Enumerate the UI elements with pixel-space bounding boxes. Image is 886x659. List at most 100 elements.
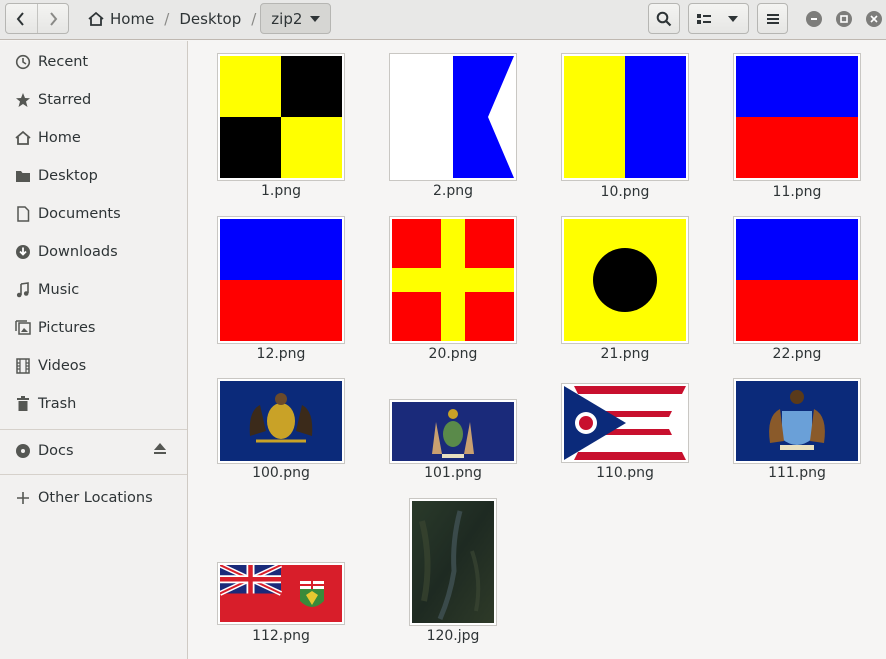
sidebar-item-desktop[interactable]: Desktop [0, 157, 187, 195]
menu-button[interactable] [757, 3, 788, 34]
star-icon [14, 91, 32, 109]
breadcrumb-current-label: zip2 [271, 9, 303, 28]
navigation-buttons [5, 3, 69, 34]
minimize-button[interactable] [806, 11, 822, 27]
search-icon [656, 11, 672, 26]
disk-icon [14, 442, 32, 460]
music-icon [14, 281, 32, 299]
file-name: 111.png [768, 465, 826, 481]
file-name: 120.jpg [426, 628, 480, 644]
file-thumbnail [217, 216, 345, 344]
file-thumbnail [217, 562, 345, 625]
sidebar-item-downloads[interactable]: Downloads [0, 233, 187, 271]
sidebar-item-label: Other Locations [38, 490, 153, 506]
file-name: 10.png [600, 184, 650, 200]
sidebar-item-other-locations[interactable]: Other Locations [0, 479, 187, 517]
file-thumbnail [561, 216, 689, 344]
maximize-icon [840, 15, 848, 23]
chevron-right-icon [49, 11, 58, 26]
close-icon [870, 15, 878, 23]
sidebar-item-label: Downloads [38, 244, 118, 260]
file-name: 1.png [260, 183, 301, 199]
sidebar-item-label: Recent [38, 54, 89, 70]
breadcrumb-separator: / [164, 9, 170, 28]
sidebar-item-home[interactable]: Home [0, 119, 187, 157]
file-thumbnail [217, 378, 345, 464]
search-button[interactable] [648, 3, 680, 34]
list-view-icon [696, 13, 711, 24]
sidebar-item-starred[interactable]: Starred [0, 81, 187, 119]
list-view-button[interactable] [689, 4, 719, 33]
breadcrumb: Home / Desktop / zip2 [80, 3, 332, 34]
file-name: 11.png [772, 184, 822, 200]
back-button[interactable] [6, 4, 37, 33]
sidebar: Recent Starred Home Desktop Documents Do… [0, 41, 188, 659]
file-name: 21.png [600, 346, 650, 362]
forward-button[interactable] [36, 4, 69, 33]
breadcrumb-current[interactable]: zip2 [260, 3, 332, 34]
sidebar-item-label: Desktop [38, 168, 98, 184]
file-thumbnail [561, 53, 689, 181]
home-icon [14, 129, 32, 147]
file-name: 100.png [252, 465, 310, 481]
file-thumbnail [409, 498, 497, 626]
folder-icon [14, 167, 32, 185]
sidebar-separator [0, 474, 187, 475]
sidebar-item-label: Videos [38, 358, 87, 374]
file-name: 101.png [424, 465, 482, 481]
breadcrumb-desktop[interactable]: Desktop [171, 3, 249, 34]
close-button[interactable] [866, 11, 882, 27]
sidebar-item-label: Trash [38, 396, 77, 412]
sidebar-item-trash[interactable]: Trash [0, 385, 187, 423]
file-name: 12.png [256, 346, 306, 362]
file-grid: 1.png 2.png 10.png 11.png 12.png 20.png [189, 41, 886, 659]
file-thumbnail [217, 53, 345, 181]
hamburger-menu-icon [766, 13, 779, 24]
breadcrumb-home-label: Home [110, 9, 155, 28]
eject-icon[interactable] [153, 443, 167, 459]
trash-icon [14, 395, 32, 413]
sidebar-separator [0, 429, 187, 430]
film-icon [14, 357, 32, 375]
file-thumbnail [733, 378, 861, 464]
sidebar-item-documents[interactable]: Documents [0, 195, 187, 233]
file-name: 20.png [428, 346, 478, 362]
minimize-icon [811, 18, 817, 20]
file-name: 112.png [252, 628, 310, 644]
sidebar-item-label: Docs [38, 443, 74, 459]
file-name: 2.png [432, 183, 473, 199]
chevron-down-icon [728, 15, 739, 22]
sidebar-item-recent[interactable]: Recent [0, 43, 187, 81]
breadcrumb-home[interactable]: Home [80, 3, 162, 34]
breadcrumb-desktop-label: Desktop [179, 9, 242, 28]
file-thumbnail [389, 53, 517, 181]
clock-icon [14, 53, 32, 71]
plus-icon [14, 489, 32, 507]
document-icon [14, 205, 32, 223]
sidebar-item-videos[interactable]: Videos [0, 347, 187, 385]
download-icon [14, 243, 32, 261]
file-thumbnail [389, 216, 517, 344]
sidebar-item-label: Home [38, 130, 81, 146]
maximize-button[interactable] [836, 11, 852, 27]
sidebar-item-docs-drive[interactable]: Docs [0, 432, 187, 470]
header-bar: Home / Desktop / zip2 [0, 0, 886, 40]
file-thumbnail [389, 399, 517, 464]
view-options [688, 3, 749, 34]
home-icon [88, 11, 104, 26]
file-thumbnail [733, 216, 861, 344]
file-thumbnail [733, 53, 861, 181]
sidebar-item-label: Pictures [38, 320, 96, 336]
file-thumbnail [561, 383, 689, 463]
sidebar-item-label: Documents [38, 206, 121, 222]
sidebar-item-pictures[interactable]: Pictures [0, 309, 187, 347]
sidebar-item-label: Starred [38, 92, 92, 108]
chevron-down-icon [310, 15, 321, 22]
breadcrumb-separator: / [251, 9, 257, 28]
pictures-icon [14, 319, 32, 337]
file-name: 22.png [772, 346, 822, 362]
file-name: 110.png [596, 465, 654, 481]
view-options-dropdown[interactable] [719, 4, 749, 33]
sidebar-item-music[interactable]: Music [0, 271, 187, 309]
chevron-left-icon [16, 11, 25, 26]
